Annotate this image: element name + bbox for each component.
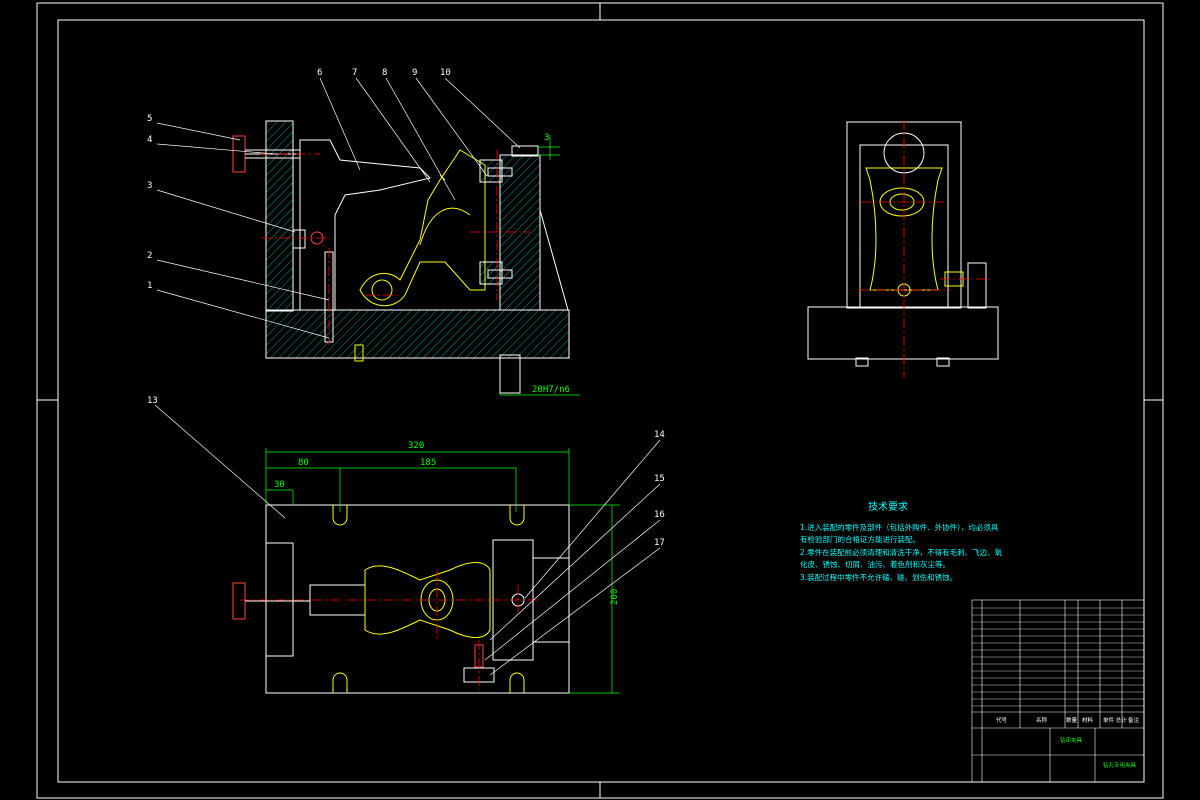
sheet-frame — [36, 2, 1164, 799]
side-view — [807, 120, 999, 378]
part-label-10: 10 — [440, 68, 451, 78]
tech-line-2: 有检验部门的合格证方能进行装配。 — [800, 534, 920, 544]
part-label-6: 6 — [317, 68, 322, 78]
part-label-16: 16 — [654, 510, 665, 520]
cad-drawing-sheet: 5 4 3 2 1 6 7 8 9 10 3 20H7/n6 320 80 18… — [36, 2, 1164, 799]
knob-left — [232, 135, 246, 173]
dim-fit: 20H7/n6 — [532, 385, 570, 395]
part-labels-front: 5 4 3 2 1 6 7 8 9 10 — [147, 68, 451, 291]
tb-col-weight: 单件 总计 — [1103, 716, 1127, 724]
part-label-2: 2 — [147, 251, 152, 261]
top-view — [232, 504, 570, 694]
tech-line-1: 1.进入装配的零件及部件（包括外购件、外协件），均必须具 — [800, 522, 999, 532]
part-label-5: 5 — [147, 114, 152, 124]
part-label-1: 1 — [147, 281, 152, 291]
tech-line-4: 化皮、锈蚀、切屑、油污、着色剂和灰尘等。 — [800, 559, 950, 569]
tb-col-name: 名称 — [1036, 716, 1048, 724]
part-label-7: 7 — [352, 68, 357, 78]
tech-requirements-title: 技术要求 — [868, 500, 908, 513]
clamp-body — [299, 139, 431, 311]
part-label-15: 15 — [654, 474, 665, 484]
right-block — [499, 154, 541, 311]
dim-offset-80: 80 — [298, 458, 309, 468]
tb-col-remark: 备注 — [1128, 716, 1140, 724]
tb-school: 钻孔专用夹具 — [1103, 761, 1137, 769]
dim-width-30: 30 — [274, 480, 285, 490]
v-block-bottom — [479, 261, 503, 285]
tb-col-qty: 数量 — [1066, 716, 1078, 724]
tb-drawing-name: 钻床夹具 — [1060, 736, 1083, 744]
tech-line-3: 2.零件在装配前必须清理和清洗干净，不得有毛刺、飞边、氧 — [800, 547, 1003, 557]
part-label-4: 4 — [147, 135, 152, 145]
title-block — [971, 599, 1145, 783]
part-label-8: 8 — [382, 68, 387, 78]
front-section-view — [232, 120, 570, 394]
dim-height-200: 200 — [610, 589, 620, 605]
base-plate — [265, 309, 570, 359]
part-label-14: 14 — [654, 430, 665, 440]
part-label-13: 13 — [147, 396, 158, 406]
workpiece-front — [359, 149, 486, 307]
part-label-17: 17 — [654, 538, 665, 548]
tb-col-code: 代号 — [996, 716, 1008, 724]
tech-line-5: 3.装配过程中零件不允许磕、碰、划伤和锈蚀。 — [800, 572, 957, 582]
dim-gap: 3 — [544, 133, 549, 143]
part-label-3: 3 — [147, 181, 152, 191]
workpiece-hole — [371, 279, 393, 301]
dim-span-185: 185 — [420, 458, 436, 468]
dim-overall-length: 320 — [408, 441, 424, 451]
tb-col-material: 材料 — [1082, 716, 1094, 724]
part-label-9: 9 — [412, 68, 417, 78]
